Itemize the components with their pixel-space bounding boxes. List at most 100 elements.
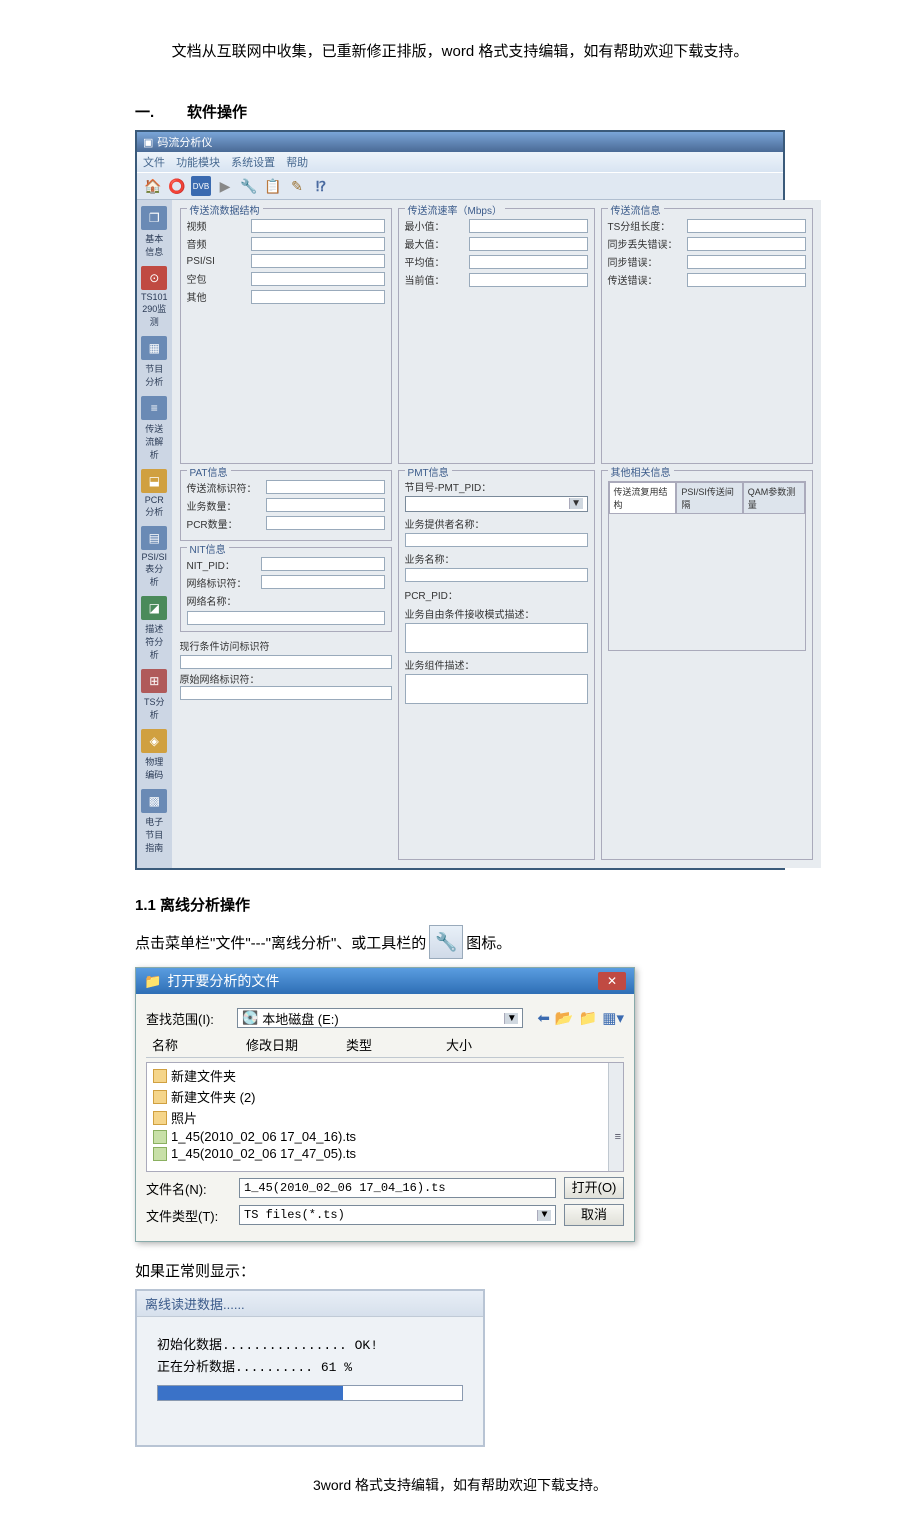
- other-field[interactable]: [251, 290, 385, 304]
- file-open-dialog: 📁 打开要分析的文件 ✕ 查找范围(I): 💽 本地磁盘 (E:) ▼ ⬅ 📂 …: [135, 967, 635, 1242]
- dropdown-icon[interactable]: ▼: [537, 1210, 551, 1221]
- progress-bar: [157, 1385, 463, 1401]
- epg-icon: ▩: [141, 789, 167, 813]
- dvb-icon[interactable]: DVB: [191, 176, 211, 196]
- menu-settings[interactable]: 系统设置: [231, 157, 275, 169]
- scrollbar[interactable]: [608, 1063, 623, 1171]
- cancel-button[interactable]: 取消: [564, 1204, 624, 1226]
- menu-help[interactable]: 帮助: [286, 157, 308, 169]
- record-icon[interactable]: ⭕: [167, 176, 187, 196]
- home-icon[interactable]: 🏠: [143, 176, 163, 196]
- group-pmt: PMT信息 节目号-PMT_PID： ▼ 业务提供者名称： 业务名称： PCR_…: [398, 470, 595, 861]
- dialog-titlebar: 📁 打开要分析的文件 ✕: [136, 968, 634, 994]
- disk-icon: 💽: [242, 1010, 258, 1026]
- sidebar-item[interactable]: ⊙TS101 290监测: [141, 266, 168, 328]
- list-icon[interactable]: 📋: [263, 176, 283, 196]
- sidebar-item[interactable]: ⬓PCR分析: [141, 469, 168, 518]
- scroll-marker: ≡: [615, 1131, 621, 1143]
- analyzer-window: ▣ 码流分析仪 文件 功能模块 系统设置 帮助 🏠 ⭕ DVB ▶ 🔧 📋 ✎ …: [135, 130, 785, 870]
- tsid-field[interactable]: [266, 480, 385, 494]
- cur-field[interactable]: [469, 273, 588, 287]
- back-icon[interactable]: ⬅: [537, 1009, 550, 1027]
- edit-icon[interactable]: ✎: [287, 176, 307, 196]
- filename-label: 文件名(N):: [146, 1179, 231, 1198]
- group-pat: PAT信息 传送流标识符： 业务数量： PCR数量：: [180, 470, 392, 541]
- progress-line: 正在分析数据.......... 61 %: [157, 1356, 463, 1375]
- header-note: 文档从互联网中收集，已重新修正排版，word 格式支持编辑，如有帮助欢迎下载支持…: [135, 40, 785, 61]
- sidebar-item[interactable]: ◈物理编码: [141, 729, 168, 781]
- progress-window: 离线读进数据...... 初始化数据................ OK! 正…: [135, 1289, 485, 1447]
- sidebar-item[interactable]: ▤PSI/SI表分析: [141, 526, 168, 588]
- file-list[interactable]: 新建文件夹 新建文件夹 (2) 照片 1_45(2010_02_06 17_04…: [146, 1062, 624, 1172]
- tab-qam[interactable]: QAM参数测量: [743, 482, 805, 514]
- netid-field[interactable]: [261, 575, 385, 589]
- dropdown-icon[interactable]: ▼: [569, 498, 583, 509]
- syncerr-field[interactable]: [687, 255, 806, 269]
- list-item[interactable]: 新建文件夹: [149, 1065, 621, 1086]
- help-icon[interactable]: ⁉: [311, 176, 331, 196]
- instruction-text: 点击菜单栏"文件"---"离线分析"、或工具栏的 🔧 图标。: [135, 925, 785, 959]
- tab-interval[interactable]: PSI/SI传送间隔: [676, 482, 742, 514]
- folder-icon: 📁: [144, 973, 161, 990]
- psi-field[interactable]: [251, 254, 385, 268]
- folder-icon: [153, 1069, 167, 1083]
- drive-select[interactable]: 💽 本地磁盘 (E:) ▼: [237, 1008, 523, 1028]
- app-toolbar: 🏠 ⭕ DVB ▶ 🔧 📋 ✎ ⁉: [137, 172, 783, 200]
- sidebar-item[interactable]: ≡传送流解析: [141, 396, 168, 461]
- sidebar-item[interactable]: ⊞TS分析: [141, 669, 168, 721]
- sidebar-item[interactable]: ▦节目分析: [141, 336, 168, 388]
- list-item[interactable]: 照片: [149, 1107, 621, 1128]
- ts-file-icon: [153, 1130, 167, 1144]
- svcname-field[interactable]: [405, 568, 588, 582]
- list-item[interactable]: 1_45(2010_02_06 17_47_05).ts: [149, 1145, 621, 1162]
- cas-field[interactable]: [180, 655, 392, 669]
- transerr-field[interactable]: [687, 273, 806, 287]
- menu-file[interactable]: 文件: [143, 157, 165, 169]
- avg-field[interactable]: [469, 255, 588, 269]
- play-icon[interactable]: ▶: [215, 176, 235, 196]
- analyze-icon[interactable]: 🔧: [239, 176, 259, 196]
- filetype-select[interactable]: TS files(*.ts) ▼: [239, 1205, 556, 1225]
- provider-field[interactable]: [405, 533, 588, 547]
- svcnum-field[interactable]: [266, 498, 385, 512]
- new-folder-icon[interactable]: 📁: [579, 1009, 598, 1027]
- menu-module[interactable]: 功能模块: [176, 157, 220, 169]
- open-button[interactable]: 打开(O): [564, 1177, 624, 1199]
- up-icon[interactable]: 📂: [555, 1009, 574, 1027]
- sidebar-item[interactable]: ◪描述符分析: [141, 596, 168, 661]
- progress-fill: [158, 1386, 343, 1400]
- filetype-label: 文件类型(T):: [146, 1206, 231, 1225]
- max-field[interactable]: [469, 237, 588, 251]
- tab-mux[interactable]: 传送流复用结构: [609, 482, 677, 514]
- list-item[interactable]: 1_45(2010_02_06 17_04_16).ts: [149, 1128, 621, 1145]
- audio-field[interactable]: [251, 237, 385, 251]
- folder-icon: [153, 1111, 167, 1125]
- filename-input[interactable]: [239, 1178, 556, 1198]
- video-field[interactable]: [251, 219, 385, 233]
- group-struct: 传送流数据结构 视频 音频 PSI/SI 空包 其他: [180, 208, 392, 464]
- null-field[interactable]: [251, 272, 385, 286]
- tslen-field[interactable]: [687, 219, 806, 233]
- pcrnum-field[interactable]: [266, 516, 385, 530]
- subsection-heading: 1.1 离线分析操作: [135, 894, 785, 915]
- close-icon[interactable]: ✕: [598, 972, 626, 990]
- views-icon[interactable]: ▦▾: [602, 1009, 624, 1027]
- synclost-field[interactable]: [687, 237, 806, 251]
- onid-field[interactable]: [180, 686, 392, 700]
- nitpid-field[interactable]: [261, 557, 385, 571]
- sidebar-item[interactable]: ▩电子节目指南: [141, 789, 168, 854]
- progress-title: 离线读进数据......: [137, 1291, 483, 1317]
- sidebar-item[interactable]: ❐基本信息: [141, 206, 168, 258]
- netname-field[interactable]: [187, 611, 385, 625]
- app-titlebar: ▣ 码流分析仪: [137, 132, 783, 152]
- pcr-icon: ⬓: [141, 469, 167, 493]
- range-label: 查找范围(I):: [146, 1009, 231, 1028]
- list-item[interactable]: 新建文件夹 (2): [149, 1086, 621, 1107]
- min-field[interactable]: [469, 219, 588, 233]
- app-menubar[interactable]: 文件 功能模块 系统设置 帮助: [137, 152, 783, 172]
- stream-icon: ≡: [141, 396, 167, 420]
- progress-line: 初始化数据................ OK!: [157, 1334, 463, 1353]
- phys-icon: ◈: [141, 729, 167, 753]
- dropdown-icon[interactable]: ▼: [504, 1013, 518, 1024]
- psi-icon: ▤: [141, 526, 167, 550]
